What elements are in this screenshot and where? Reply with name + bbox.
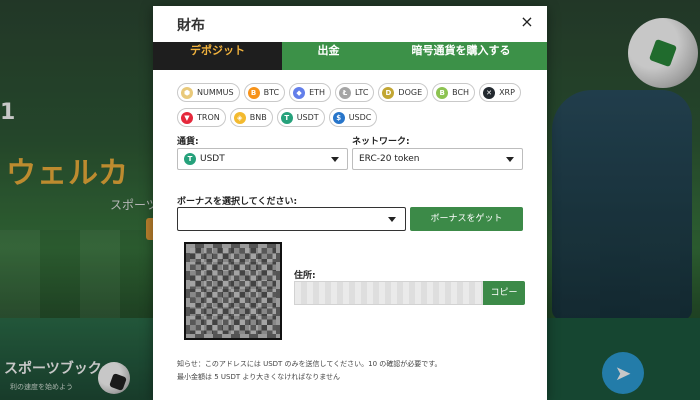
bonus-label: ボーナスを選択してください: [177, 197, 298, 207]
btc-icon: B [247, 86, 260, 99]
coin-label: LTC [355, 88, 369, 97]
chevron-down-icon [388, 217, 396, 222]
modal-header: 財布 × [153, 6, 547, 42]
bch-icon: B [436, 86, 449, 99]
currency-value: USDT [200, 154, 225, 164]
eth-icon: ◆ [293, 86, 306, 99]
coin-option-ltc[interactable]: Ł LTC [335, 83, 375, 102]
tab-withdraw[interactable]: 出金 [282, 42, 375, 70]
coin-option-tron[interactable]: ▼ TRON [177, 108, 226, 127]
qr-code [184, 242, 282, 340]
chevron-down-icon [506, 157, 514, 162]
wallet-tabs: デポジット 出金 暗号通貨を購入する [153, 42, 547, 70]
coin-label: XRP [499, 88, 515, 97]
currency-label: 通貨: [177, 137, 199, 147]
network-label: ネットワーク: [352, 137, 410, 147]
coin-label: BNB [249, 113, 267, 122]
address-label: 住所: [294, 271, 316, 281]
copy-button[interactable]: コピー [483, 281, 525, 305]
coin-label: USDC [348, 113, 372, 122]
notice-line: 知らせ：このアドレスには USDT のみを送信してください。10 の確認が必要で… [177, 360, 442, 368]
coin-label: ETH [309, 88, 326, 97]
coin-selector: ⬢ NUMMUS B BTC ◆ ETH Ł LTC D DOGE B BCH ✕ XRP ▼ TRON ◈ B… [177, 83, 529, 133]
currency-select[interactable]: T USDT [177, 148, 348, 170]
coin-label: NUMMUS [197, 88, 234, 97]
coin-option-nummus[interactable]: ⬢ NUMMUS [177, 83, 240, 102]
coin-option-bnb[interactable]: ◈ BNB [229, 108, 273, 127]
network-value: ERC-20 token [359, 154, 420, 164]
close-icon[interactable]: × [518, 12, 536, 32]
usdt-icon: T [184, 153, 196, 165]
chevron-down-icon [331, 157, 339, 162]
coin-label: DOGE [398, 88, 423, 97]
usdt-icon: T [280, 111, 293, 124]
ltc-icon: Ł [339, 86, 352, 99]
notice-line: 最小金額は 5 USDT より大きくなければなりません [177, 373, 341, 381]
coin-option-usdc[interactable]: $ USDC [328, 108, 378, 127]
modal-title: 財布 [177, 18, 205, 34]
coin-option-xrp[interactable]: ✕ XRP [479, 83, 521, 102]
coin-label: BTC [263, 88, 280, 97]
coin-label: USDT [296, 113, 319, 122]
deposit-notice: 知らせ：このアドレスには USDT のみを送信してください。10 の確認が必要で… [177, 358, 442, 384]
tron-icon: ▼ [181, 111, 193, 124]
coin-row: ⬢ NUMMUS B BTC ◆ ETH Ł LTC D DOGE B BCH ✕ XRP [177, 83, 529, 102]
coin-option-eth[interactable]: ◆ ETH [289, 83, 332, 102]
address-field[interactable] [294, 281, 484, 305]
bonus-select[interactable] [177, 207, 406, 231]
coin-label: BCH [452, 88, 470, 97]
tab-buy-crypto[interactable]: 暗号通貨を購入する [375, 42, 547, 70]
coin-option-bch[interactable]: B BCH [432, 83, 476, 102]
coin-option-doge[interactable]: D DOGE [378, 83, 429, 102]
xrp-icon: ✕ [483, 86, 496, 99]
coin-option-btc[interactable]: B BTC [243, 83, 286, 102]
wallet-modal: 財布 × デポジット 出金 暗号通貨を購入する ⬢ NUMMUS B BTC ◆ ETH Ł… [153, 6, 547, 400]
get-bonus-button[interactable]: ボーナスをゲット [410, 207, 523, 231]
coin-label: TRON [197, 113, 220, 122]
nummus-icon: ⬢ [181, 86, 193, 99]
tab-deposit[interactable]: デポジット [153, 42, 282, 70]
usdc-icon: $ [332, 111, 345, 124]
bnb-icon: ◈ [233, 111, 246, 124]
network-select[interactable]: ERC-20 token [352, 148, 523, 170]
coin-option-usdt[interactable]: T USDT [276, 108, 325, 127]
coin-row: ▼ TRON ◈ BNB T USDT $ USDC [177, 108, 529, 127]
doge-icon: D [382, 86, 395, 99]
